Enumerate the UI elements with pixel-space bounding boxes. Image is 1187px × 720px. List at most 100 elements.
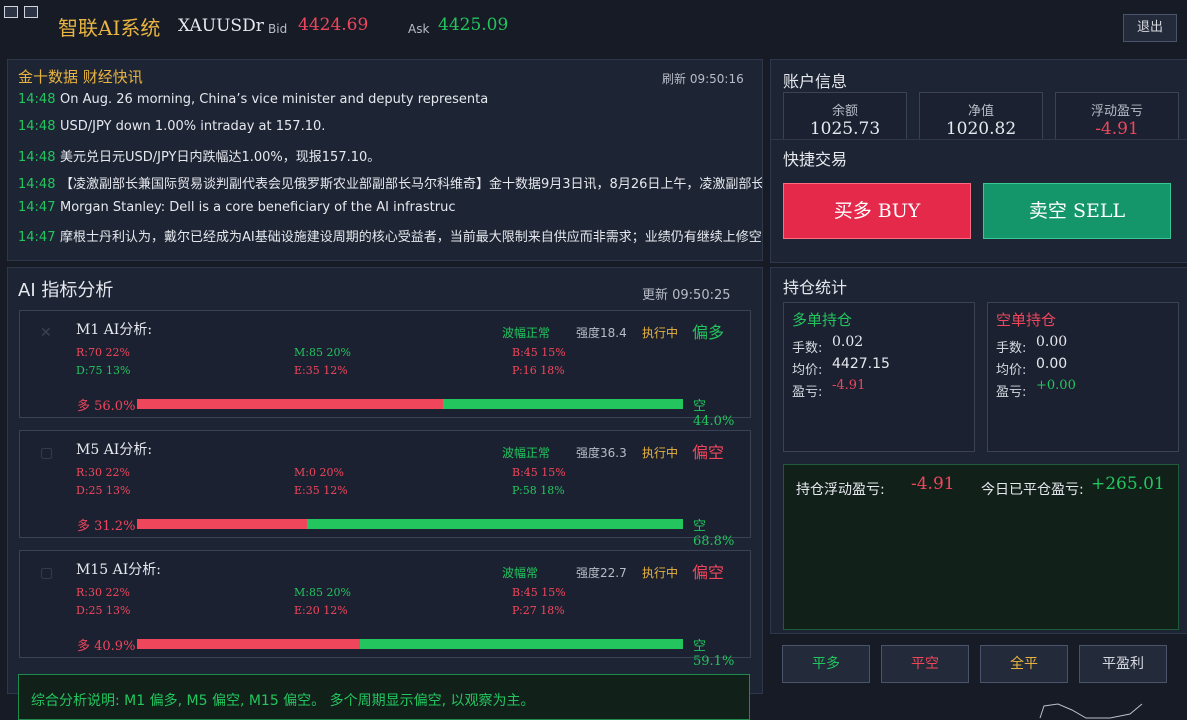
positions-panel: 持仓统计 多单持仓 手数: 0.02 均价: 4427.15 盈亏: -4.91… [770,267,1187,634]
strength-value: 强度18.4 [576,326,627,340]
summary-text: 综合分析说明: M1 偏多, M5 偏空, M15 偏空。 多个周期显示偏空, … [31,693,535,709]
lots-label: 手数: [996,341,1027,356]
news-text: 摩根士丹利认为，戴尔已经成为AI基础设施建设周期的核心受益者，当前最大限制来自供… [60,230,762,245]
bid-label: Bid [268,22,288,36]
card-ghost-icon: ✕ [40,325,52,341]
card-title: M1 AI分析: [76,322,153,338]
news-item[interactable]: 14:48 美元兑日元USD/JPY日内跌幅达1.00%，现报157.10。 [18,146,762,165]
long-position-box: 多单持仓 手数: 0.02 均价: 4427.15 盈亏: -4.91 [783,302,975,452]
indicator-r: R:30 22% [76,466,130,479]
positions-title: 持仓统计 [783,278,848,297]
news-item[interactable]: 14:48 On Aug. 26 morning, China’s vice mi… [18,92,762,107]
news-item[interactable]: 14:47 摩根士丹利认为，戴尔已经成为AI基础设施建设周期的核心受益者，当前最大… [18,226,762,245]
indicator-p: P:16 18% [512,364,565,377]
indicator-m: M:85 20% [294,586,351,599]
app-title: 智联AI系统 [58,16,161,40]
card-ghost-icon: ▢ [40,565,54,581]
news-time: 14:47 [18,230,56,245]
close-short-button[interactable]: 平空 [881,645,969,683]
long-short-bar [137,399,683,409]
summary-box: 综合分析说明: M1 偏多, M5 偏空, M15 偏空。 多个周期显示偏空, … [18,674,750,720]
news-text: Morgan Stanley: Dell is a core beneficia… [60,200,456,215]
news-time: 14:48 [18,92,56,107]
logout-button[interactable]: 退出 [1123,14,1177,42]
news-text: USD/JPY down 1.00% intraday at 157.10. [60,119,326,134]
ai-panel-title: AI 指标分析 [18,280,114,301]
indicator-m: M:85 20% [294,346,351,359]
closed-pnl-value: +265.01 [1091,474,1165,494]
sell-button[interactable]: 卖空 SELL [983,183,1171,239]
bid-price: 4424.69 [298,15,369,35]
indicator-r: R:70 22% [76,346,130,359]
top-bar: 智联AI系统 XAUUSDr Bid 4424.69 Ask 4425.09 退… [0,0,1187,52]
news-text: 【凌激副部长兼国际贸易谈判副代表会见俄罗斯农业部副部长马尔科维奇】金十数据9月3… [60,177,762,192]
card-title: M5 AI分析: [76,442,153,458]
ai-card-m1: ✕ M1 AI分析: 波幅正常 强度18.4 执行中 偏多 R:70 22% M… [19,310,751,429]
ai-analysis-panel: AI 指标分析 更新 09:50:25 ✕ M1 AI分析: 波幅正常 强度18… [7,267,763,694]
long-short-bar [137,519,683,529]
equity-label: 净值 [967,104,994,119]
indicator-e: E:35 12% [294,484,348,497]
balance-label: 余额 [831,104,858,119]
short-percent: 空 59.1% [693,639,735,669]
exec-status: 执行中 [642,446,679,460]
chart-trace [1039,703,1143,719]
indicator-p: P:58 18% [512,484,565,497]
bias-label: 偏多 [692,323,725,342]
position-float-value: -4.91 [911,474,955,494]
close-long-button[interactable]: 平多 [782,645,870,683]
indicator-b: B:45 15% [512,346,566,359]
chart-window-icon[interactable] [4,6,18,18]
news-time: 14:48 [18,150,56,165]
bias-label: 偏空 [692,443,725,462]
news-text: 美元兑日元USD/JPY日内跌幅达1.00%，现报157.10。 [60,150,381,165]
volatility-status: 波幅常 [502,566,539,580]
long-bar-fill [137,399,443,409]
long-percent: 多 40.9% [77,639,136,654]
news-title: 金十数据 财经快讯 [18,68,143,86]
buy-button[interactable]: 买多 BUY [783,183,971,239]
lots-value: 0.00 [1036,334,1068,350]
news-time: 14:48 [18,119,56,134]
pnl-label: 盈亏: [792,385,823,400]
float-pnl-label: 浮动盈亏 [1090,104,1143,119]
long-bar-fill [137,639,361,649]
equity-value: 1020.82 [945,119,1017,139]
long-percent: 多 31.2% [77,519,136,534]
news-time: 14:48 [18,177,56,192]
float-pnl-box: 浮动盈亏 -4.91 [1055,92,1179,140]
indicator-d: D:75 13% [76,364,131,377]
lots-label: 手数: [792,341,823,356]
indicator-b: B:45 15% [512,586,566,599]
indicator-m: M:0 20% [294,466,344,479]
symbol-label: XAUUSDr [178,16,264,36]
short-position-box: 空单持仓 手数: 0.00 均价: 0.00 盈亏: +0.00 [987,302,1179,452]
balance-box: 余额 1025.73 [783,92,907,140]
pnl-summary-box: 持仓浮动盈亏: -4.91 今日已平仓盈亏: +265.01 [783,464,1179,630]
news-refresh-time: 刷新 09:50:16 [662,72,744,86]
close-profit-button[interactable]: 平盈利 [1079,645,1167,683]
ask-price: 4425.09 [438,15,509,35]
ai-update-time: 更新 09:50:25 [642,288,731,303]
short-percent: 空 44.0% [693,399,735,429]
short-position-head: 空单持仓 [996,311,1057,329]
float-pnl-value: -4.91 [1095,119,1139,139]
window-icon[interactable] [24,6,38,18]
account-title: 账户信息 [783,72,848,91]
bias-label: 偏空 [692,563,725,582]
indicator-r: R:30 22% [76,586,130,599]
avg-price-label: 均价: [996,363,1027,378]
card-title: M15 AI分析: [76,562,161,578]
news-item[interactable]: 14:48 USD/JPY down 1.00% intraday at 157.… [18,119,762,134]
ask-label: Ask [408,22,430,36]
position-float-label: 持仓浮动盈亏: [796,482,885,498]
volatility-status: 波幅正常 [502,446,551,460]
strength-value: 强度22.7 [576,566,627,580]
ai-card-m5: ▢ M5 AI分析: 波幅正常 强度36.3 执行中 偏空 R:30 22% M… [19,430,751,549]
pnl-label: 盈亏: [996,385,1027,400]
news-item[interactable]: 14:47 Morgan Stanley: Dell is a core bene… [18,200,762,215]
news-item[interactable]: 14:48 【凌激副部长兼国际贸易谈判副代表会见俄罗斯农业部副部长马尔科维奇】金十… [18,173,762,192]
indicator-e: E:20 12% [294,604,348,617]
close-all-button[interactable]: 全平 [980,645,1068,683]
equity-box: 净值 1020.82 [919,92,1043,140]
